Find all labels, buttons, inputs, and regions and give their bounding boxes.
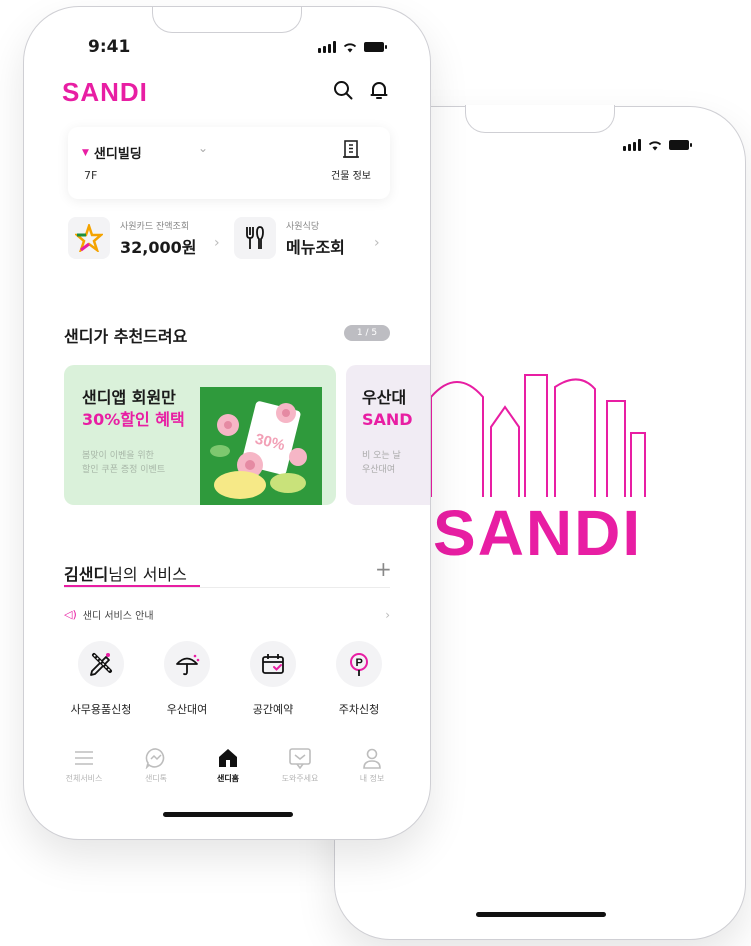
tab-label: 내 정보 — [359, 774, 385, 783]
bell-icon[interactable] — [368, 79, 390, 101]
building-card[interactable]: ▼ 샌디빌딩 ⌄ 7F 건물 정보 — [68, 127, 390, 199]
banner-title-line1: 우산대 — [362, 388, 407, 407]
notch — [152, 7, 302, 33]
building-info-label: 건물 정보 — [331, 171, 371, 182]
banner-title-line1: 샌디앱 회원만 — [82, 388, 176, 407]
user-icon — [363, 748, 381, 769]
location-icon: ▼ — [82, 147, 89, 158]
signal-icon — [623, 139, 641, 151]
chat-icon — [145, 748, 165, 769]
home-phone: 9:41 SANDI ▼ 샌디빌딩 ⌄ 7F 건물 정보 사원카드 잔액조회 3… — [23, 6, 431, 840]
building-floor: 7F — [84, 169, 98, 182]
service-notice-text: 샌디 서비스 안내 — [82, 611, 154, 622]
service-space-booking[interactable]: 공간예약 — [232, 641, 314, 717]
building-icon — [343, 140, 359, 158]
status-time: 9:41 — [88, 37, 131, 57]
tab-label: 샌디홈 — [216, 774, 240, 783]
notch — [465, 105, 615, 133]
tab-label: 샌디톡 — [144, 774, 168, 783]
tab-bar: 전체서비스 샌디톡 샌디홈 도와주세요 내 정보 — [52, 745, 404, 784]
card-balance-value: 32,000원 — [120, 237, 197, 257]
banner-desc-line2: 우산대여 — [362, 465, 396, 475]
home-indicator — [476, 912, 606, 917]
divider — [64, 587, 390, 588]
chevron-right-icon: › — [385, 607, 390, 622]
star-card-icon — [68, 217, 110, 259]
banner-pager: 1 / 5 — [344, 325, 390, 341]
services-underline — [64, 585, 200, 587]
add-service-button[interactable]: + — [375, 557, 392, 581]
splash-logo-text: SANDI — [433, 497, 642, 567]
tab-sandi-talk[interactable]: 샌디톡 — [124, 745, 188, 784]
services-title: 김샌디님의 서비스 — [64, 561, 187, 585]
status-icons — [623, 139, 692, 151]
parking-icon: P — [336, 641, 382, 687]
banner-desc-line1: 비 오는 날 — [362, 451, 401, 461]
employee-card-balance[interactable]: 사원카드 잔액조회 32,000원 — [68, 217, 196, 259]
signal-icon — [318, 41, 336, 53]
chevron-down-icon[interactable]: ⌄ — [198, 141, 208, 155]
banner-desc-line1: 봄맞이 이벤을 위한 — [82, 451, 154, 461]
pencil-ruler-icon — [78, 641, 124, 687]
service-label: 사무용품신청 — [70, 703, 132, 716]
cutlery-icon — [234, 217, 276, 259]
splash-logo: SANDI — [430, 374, 646, 567]
chevron-right-icon: › — [214, 235, 220, 251]
coupon-illustration: 30% — [200, 387, 322, 505]
service-office-supplies[interactable]: 사무용품신청 — [60, 641, 142, 717]
service-label: 공간예약 — [252, 703, 294, 716]
banner-desc-line2: 할인 쿠폰 증정 이벤트 — [82, 465, 166, 475]
status-icons — [318, 41, 387, 53]
service-grid: 사무용품신청 우산대여 공간예약 P 주차신청 — [60, 641, 400, 717]
building-selector[interactable]: ▼ 샌디빌딩 — [82, 143, 142, 162]
service-notice[interactable]: ◁) 샌디 서비스 안내 › — [64, 607, 390, 623]
service-label: 주차신청 — [338, 703, 380, 716]
menu-icon — [75, 751, 93, 765]
building-name: 샌디빌딩 — [93, 147, 142, 162]
user-name: 김샌디 — [64, 565, 109, 584]
service-umbrella[interactable]: 우산대여 — [146, 641, 228, 717]
tab-help[interactable]: 도와주세요 — [268, 745, 332, 784]
help-icon — [289, 748, 311, 769]
home-icon — [219, 749, 237, 767]
service-parking[interactable]: P 주차신청 — [318, 641, 400, 717]
umbrella-banner[interactable]: 우산대 SAND 비 오는 날 우산대여 — [346, 365, 430, 505]
tab-all-services[interactable]: 전체서비스 — [52, 745, 116, 784]
banner-title-line2: SAND — [362, 410, 413, 429]
recommend-title: 샌디가 추천드려요 — [64, 327, 188, 346]
card-balance-subtitle: 사원카드 잔액조회 — [120, 221, 190, 232]
speaker-icon: ◁) — [64, 608, 77, 621]
app-logo: SANDI — [62, 77, 148, 107]
umbrella-icon — [164, 641, 210, 687]
wifi-icon — [648, 141, 662, 151]
battery-icon — [669, 140, 692, 150]
tab-my-info[interactable]: 내 정보 — [340, 745, 404, 784]
cafeteria-subtitle: 사원식당 — [286, 221, 320, 232]
building-info-button[interactable]: 건물 정보 — [326, 139, 376, 182]
search-icon[interactable] — [332, 79, 354, 101]
tab-label: 전체서비스 — [65, 774, 103, 783]
service-label: 우산대여 — [166, 703, 208, 716]
wifi-icon — [343, 43, 357, 53]
cafeteria-menu[interactable]: 사원식당 메뉴조회 — [234, 217, 345, 259]
services-title-suffix: 님의 서비스 — [108, 565, 187, 584]
promo-banner[interactable]: 샌디앱 회원만 30%할인 혜택 봄맞이 이벤을 위한 할인 쿠폰 증정 이벤트… — [64, 365, 336, 505]
calendar-check-icon — [250, 641, 296, 687]
battery-icon — [364, 42, 387, 52]
tab-sandi-home[interactable]: 샌디홈 — [196, 745, 260, 784]
banner-title-line2: 30%할인 혜택 — [82, 410, 185, 429]
cafeteria-value: 메뉴조회 — [286, 237, 345, 257]
tab-label: 도와주세요 — [281, 774, 319, 783]
chevron-right-icon: › — [374, 235, 380, 251]
svg-text:P: P — [356, 657, 363, 669]
home-indicator — [163, 812, 293, 817]
